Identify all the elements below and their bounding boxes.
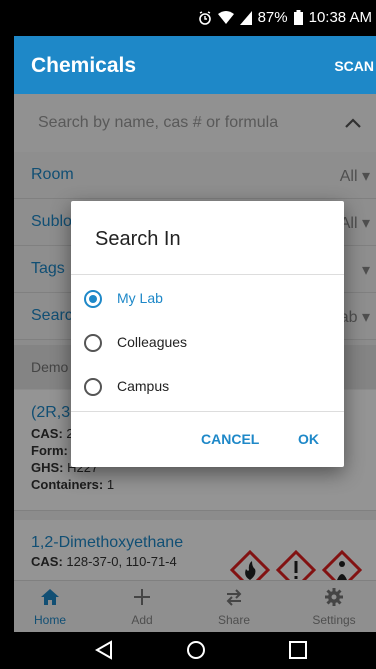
scan-button[interactable]: SCAN <box>334 58 374 74</box>
divider <box>71 274 344 275</box>
option-label: Colleagues <box>117 334 188 350</box>
option-campus[interactable]: Campus <box>71 364 344 408</box>
radio-unchecked-icon[interactable] <box>84 334 102 352</box>
divider <box>71 411 344 412</box>
clock: 10:38 AM <box>308 9 372 26</box>
ok-button[interactable]: OK <box>298 431 319 447</box>
page-title: Chemicals <box>31 54 137 77</box>
radio-checked-icon[interactable] <box>84 290 102 308</box>
option-label: My Lab <box>117 290 163 306</box>
signal-icon <box>239 10 252 25</box>
radio-unchecked-icon[interactable] <box>84 378 102 396</box>
status-bar: 87% 10:38 AM <box>14 0 376 36</box>
alarm-icon <box>198 10 211 25</box>
home-circle-icon[interactable] <box>186 640 206 660</box>
cancel-button[interactable]: CANCEL <box>201 431 259 447</box>
battery-icon <box>293 10 303 25</box>
dialog-title: Search In <box>95 228 181 250</box>
system-navigation-bar <box>14 632 376 669</box>
recents-icon[interactable] <box>288 640 308 660</box>
wifi-icon <box>217 10 234 24</box>
battery-percent: 87% <box>257 9 288 26</box>
option-my-lab[interactable]: My Lab <box>71 276 344 320</box>
option-label: Campus <box>117 378 170 394</box>
app-bar: Chemicals SCAN <box>14 36 376 94</box>
back-icon[interactable] <box>94 640 114 660</box>
search-in-dialog: Search In My Lab Colleagues Campus CANCE… <box>71 201 344 467</box>
option-colleagues[interactable]: Colleagues <box>71 320 344 364</box>
app-screen: 87% 10:38 AM Chemicals SCAN Search by na… <box>14 0 376 669</box>
